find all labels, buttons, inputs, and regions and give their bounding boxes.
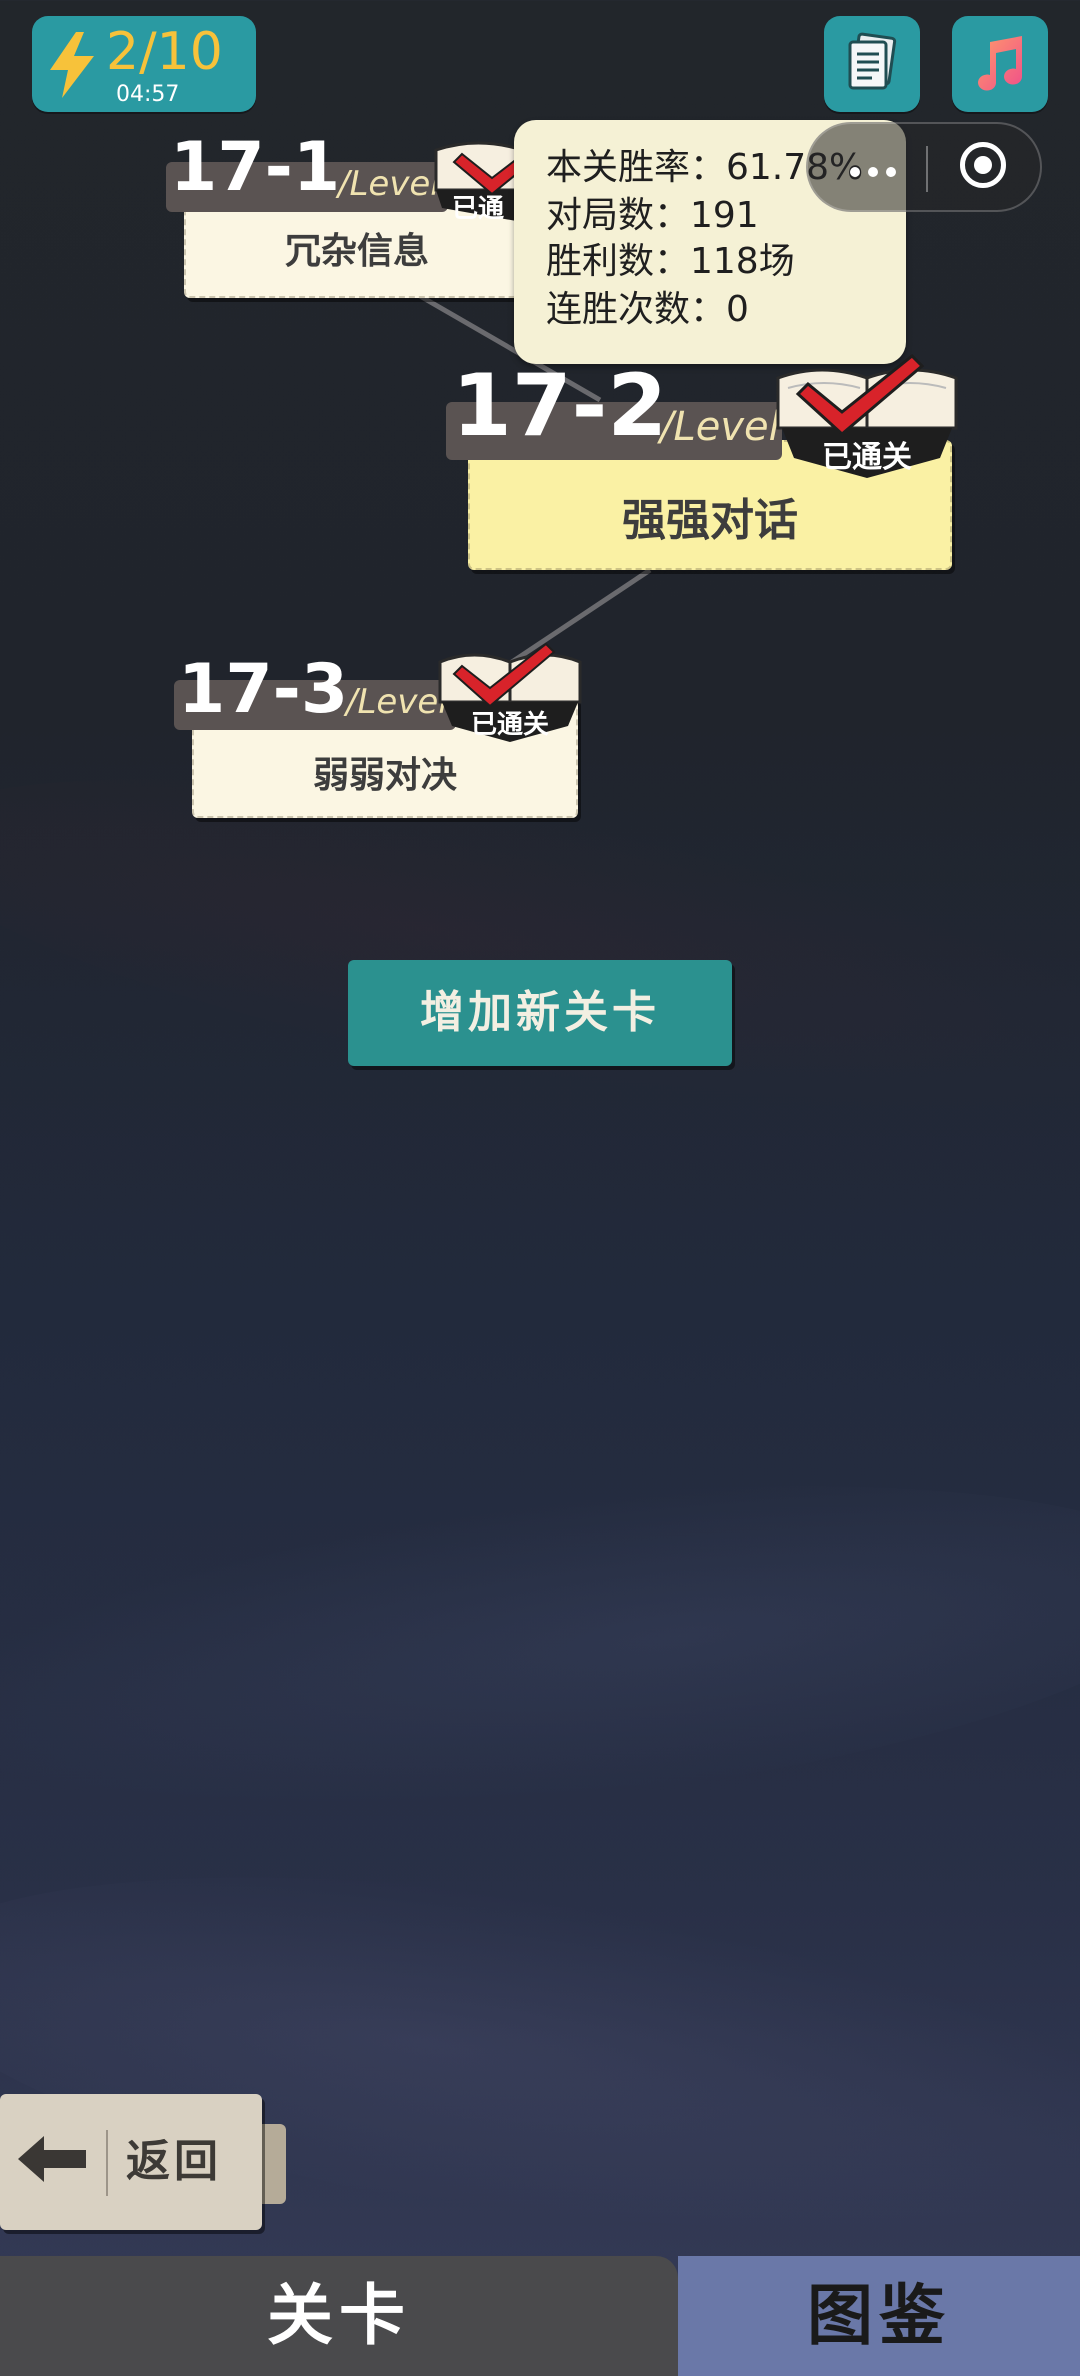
music-button[interactable] [952,16,1048,112]
music-note-icon [978,36,1023,91]
miniprogram-capsule [806,122,1042,212]
level-number: 17-3 [178,650,349,729]
cleared-label: 已通关 [470,710,549,740]
more-options-icon[interactable] [850,162,904,181]
arrow-left-icon [18,2136,86,2182]
close-target-icon[interactable] [960,142,1006,188]
level-name: 冗杂信息 [284,231,429,272]
streak-text: 连胜次数：0 [546,289,749,330]
document-icon [848,32,897,90]
tab-atlas[interactable]: 图鉴 [678,2256,1080,2376]
cleared-badge: 已通关 [436,642,584,746]
add-level-label: 增加新关卡 [420,987,660,1038]
back-label: 返回 [126,2136,222,2187]
background-wisp [0,1811,1080,2309]
level-number: 17-1 [170,128,341,207]
level-suffix: /Level [338,164,440,204]
level-suffix: /Level [346,682,448,722]
energy-timer: 04:57 [116,82,180,107]
energy-badge[interactable]: 2/10 04:57 [32,16,256,112]
wins-text: 胜利数：118场 [546,241,795,282]
back-card-tab [258,2124,286,2204]
level-name: 弱弱对决 [312,755,457,796]
back-button[interactable]: 返回 [0,2094,288,2234]
energy-count: 2/10 [106,22,223,82]
cleared-badge: 已通关 [774,353,960,484]
background-wisp [0,1432,1080,1868]
tab-levels-label: 关卡 [267,2277,411,2354]
level-number: 17-2 [452,356,668,456]
cleared-badge: 已通 [432,132,522,226]
level-name: 强强对话 [622,495,798,546]
level-suffix: /Level [660,404,780,450]
lightning-icon [50,32,94,98]
back-card: 返回 [0,2094,262,2230]
cleared-label: 已通 [452,194,505,224]
records-button[interactable] [824,16,920,112]
add-level-button[interactable]: 增加新关卡 [348,960,732,1066]
tab-levels[interactable]: 关卡 [0,2256,678,2376]
capsule-divider [926,146,928,192]
matches-text: 对局数：191 [546,195,759,236]
tab-atlas-label: 图鉴 [807,2277,951,2354]
cleared-label: 已通关 [822,440,912,475]
back-divider [106,2130,108,2196]
